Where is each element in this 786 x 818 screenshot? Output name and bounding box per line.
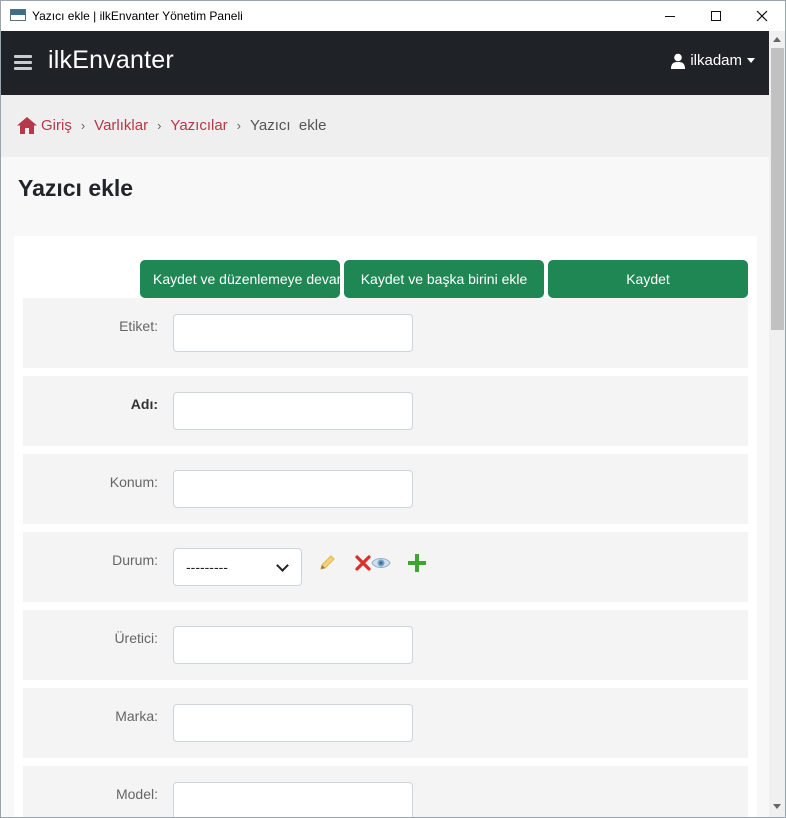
save-and-add-another-button[interactable]: Kaydet ve başka birini ekle (344, 260, 544, 298)
page-title: Yazıcı ekle (18, 175, 134, 201)
breadcrumb-separator: › (157, 118, 162, 133)
window-title: Yazıcı ekle | ilkEnvanter Yönetim Paneli (32, 9, 243, 23)
close-button[interactable] (739, 1, 785, 31)
breadcrumb-printers-link[interactable]: Yazıcılar (170, 117, 227, 134)
form-row-model: Model: (23, 766, 748, 817)
konum-label: Konum: (109, 474, 158, 490)
form-row-durum: Durum: --------- (23, 532, 748, 602)
etiket-input[interactable] (173, 314, 413, 352)
scroll-down-arrow[interactable] (773, 804, 781, 809)
konum-input[interactable] (173, 470, 413, 508)
uretici-input[interactable] (173, 626, 413, 664)
marka-label: Marka: (115, 708, 158, 724)
breadcrumb-assets-link[interactable]: Varlıklar (94, 117, 148, 134)
adi-label: Adı: (130, 396, 158, 412)
marka-input[interactable] (173, 704, 413, 742)
form-row-konum: Konum: (23, 454, 748, 524)
brand-logo[interactable]: ilkEnvanter (48, 46, 174, 75)
durum-select[interactable]: --------- (173, 548, 302, 586)
vertical-scrollbar[interactable] (769, 31, 785, 817)
breadcrumb-home-link[interactable]: Giriş (41, 117, 72, 134)
breadcrumb-bar: Giriş › Varlıklar › Yazıcılar › Yazıcı e… (1, 95, 769, 157)
minimize-icon (665, 15, 675, 17)
save-button[interactable]: Kaydet (548, 260, 748, 298)
hamburger-icon[interactable] (14, 55, 32, 71)
browser-window: Yazıcı ekle | ilkEnvanter Yönetim Paneli… (0, 0, 786, 818)
durum-label: Durum: (112, 552, 158, 568)
form-card: Kaydet ve düzenlemeye devam et Kaydet ve… (14, 236, 757, 817)
page-viewport: ilkEnvanter ilkadam Giriş › Varlıklar › … (1, 31, 769, 817)
user-menu[interactable]: ilkadam (671, 52, 755, 69)
breadcrumb-separator: › (80, 118, 86, 133)
form-row-etiket: Etiket: (23, 298, 748, 368)
maximize-button[interactable] (693, 1, 739, 31)
durum-selected-value: --------- (186, 559, 228, 575)
eye-icon[interactable] (371, 554, 391, 572)
maximize-icon (711, 11, 721, 21)
page-header: Yazıcı ekle (1, 157, 769, 219)
pencil-icon[interactable] (317, 554, 337, 572)
minimize-button[interactable] (647, 1, 693, 31)
scrollbar-thumb[interactable] (771, 48, 784, 330)
model-input[interactable] (173, 782, 413, 817)
delete-x-icon[interactable] (353, 554, 373, 572)
form-row-marka: Marka: (23, 688, 748, 758)
home-icon[interactable] (17, 117, 37, 134)
chevron-down-icon (276, 559, 289, 572)
username: ilkadam (690, 52, 742, 69)
title-bar: Yazıcı ekle | ilkEnvanter Yönetim Paneli (1, 1, 785, 31)
form-row-uretici: Üretici: (23, 610, 748, 680)
model-label: Model: (115, 786, 158, 802)
etiket-label: Etiket: (119, 318, 158, 334)
scroll-up-arrow[interactable] (773, 37, 781, 42)
plus-icon[interactable] (407, 554, 427, 572)
breadcrumb-separator: › (236, 118, 242, 133)
chevron-down-icon (747, 58, 755, 63)
breadcrumb-current: Yazıcı ekle (250, 117, 327, 134)
adi-input[interactable] (173, 392, 413, 430)
breadcrumb: Giriş › Varlıklar › Yazıcılar › Yazıcı e… (17, 117, 326, 134)
uretici-label: Üretici: (114, 630, 158, 646)
form-row-adi: Adı: (23, 376, 748, 446)
user-icon (671, 53, 686, 69)
app-icon (10, 9, 26, 21)
close-icon (756, 10, 768, 22)
top-navbar: ilkEnvanter ilkadam (1, 31, 769, 95)
save-and-continue-button[interactable]: Kaydet ve düzenlemeye devam et (140, 260, 340, 298)
